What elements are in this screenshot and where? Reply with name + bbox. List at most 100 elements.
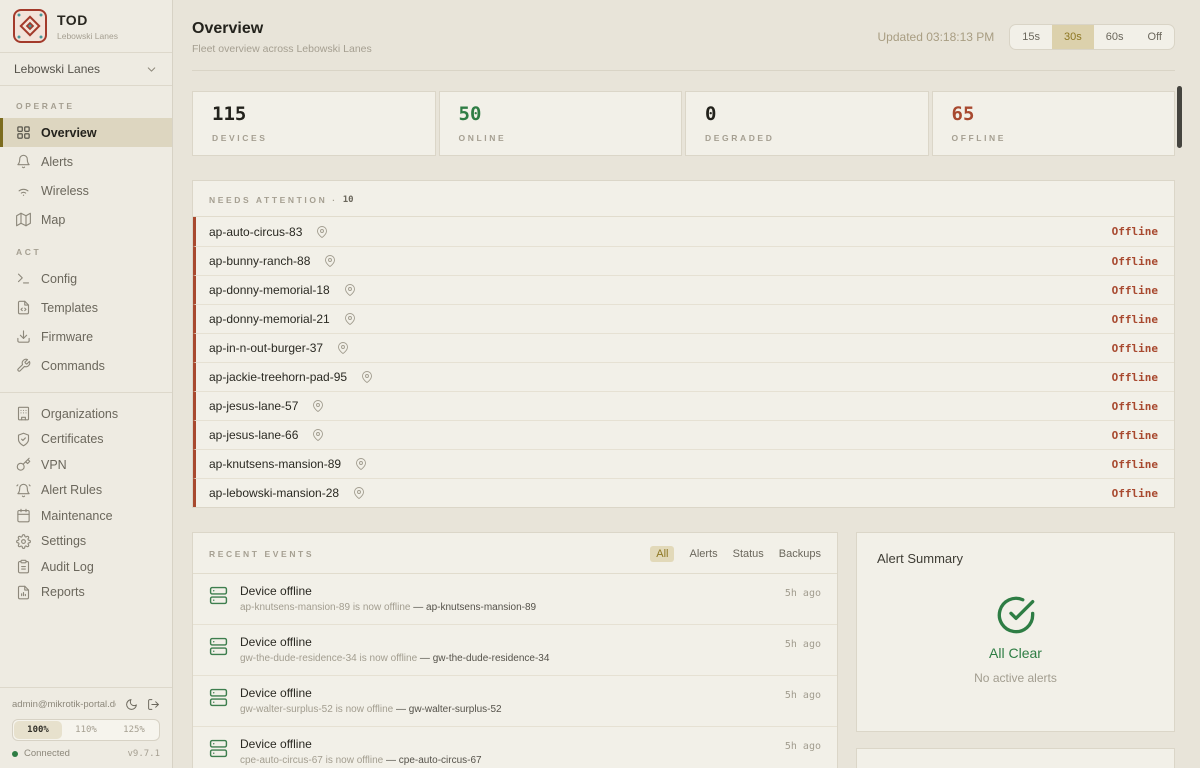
sidebar-item-map[interactable]: Map	[0, 205, 172, 234]
map-pin-icon[interactable]	[361, 371, 373, 383]
sidebar-item-reports[interactable]: Reports	[0, 580, 172, 606]
sidebar-item-commands[interactable]: Commands	[0, 351, 172, 380]
wifi-icon	[16, 183, 31, 198]
sidebar-item-config[interactable]: Config	[0, 264, 172, 293]
gear-icon	[16, 534, 31, 549]
device-name: ap-bunny-ranch-88	[209, 254, 310, 268]
dark-mode-moon-icon[interactable]	[125, 698, 138, 711]
map-pin-icon[interactable]	[324, 255, 336, 267]
connection-status: Connected	[24, 748, 70, 759]
sidebar-item-label: Alert Rules	[41, 483, 102, 497]
filter-status[interactable]: Status	[733, 548, 764, 560]
needs-attention-count: 10	[343, 195, 354, 205]
bell-icon	[16, 154, 31, 169]
event-row[interactable]: Device offline gw-the-dude-residence-34 …	[193, 624, 837, 675]
event-timestamp: 5h ago	[785, 639, 821, 650]
sidebar-item-organizations[interactable]: Organizations	[0, 401, 172, 427]
stat-value-devices: 115	[212, 103, 416, 125]
event-description: cpe-auto-circus-67 is now offline	[240, 755, 386, 766]
map-pin-icon[interactable]	[344, 313, 356, 325]
logout-icon[interactable]	[147, 698, 160, 711]
attention-row[interactable]: ap-lebowski-mansion-28 Offline	[193, 478, 1174, 507]
zoom-option-125[interactable]: 125%	[110, 721, 158, 739]
sidebar-item-audit-log[interactable]: Audit Log	[0, 554, 172, 580]
attention-row[interactable]: ap-in-n-out-burger-37 Offline	[193, 333, 1174, 362]
stat-value-offline: 65	[952, 103, 1156, 125]
attention-row[interactable]: ap-bunny-ranch-88 Offline	[193, 246, 1174, 275]
device-name: ap-lebowski-mansion-28	[209, 486, 339, 500]
org-selector[interactable]: Lebowski Lanes	[0, 53, 172, 86]
filter-alerts[interactable]: Alerts	[689, 548, 717, 560]
sidebar-item-certificates[interactable]: Certificates	[0, 427, 172, 453]
sidebar-item-alerts[interactable]: Alerts	[0, 147, 172, 176]
refresh-option-15s[interactable]: 15s	[1010, 25, 1052, 49]
event-device-ref: — cpe-auto-circus-67	[386, 755, 482, 766]
stat-value-degraded: 0	[705, 103, 909, 125]
event-row[interactable]: Device offline cpe-auto-circus-67 is now…	[193, 726, 837, 768]
device-name: ap-jesus-lane-66	[209, 428, 298, 442]
event-description: gw-the-dude-residence-34 is now offline	[240, 653, 420, 664]
status-badge: Offline	[1112, 400, 1158, 413]
scrollbar-thumb[interactable]	[1177, 86, 1182, 148]
event-timestamp: 5h ago	[785, 588, 821, 599]
page-header: Overview Fleet overview across Lebowski …	[192, 0, 1175, 71]
refresh-option-60s[interactable]: 60s	[1094, 25, 1136, 49]
status-badge: Offline	[1112, 255, 1158, 268]
clipboard-icon	[16, 559, 31, 574]
sidebar-item-maintenance[interactable]: Maintenance	[0, 503, 172, 529]
alert-summary-card: Alert Summary All Clear No active alerts	[856, 532, 1175, 732]
refresh-option-30s[interactable]: 30s	[1052, 25, 1094, 49]
sidebar-item-settings[interactable]: Settings	[0, 529, 172, 555]
sidebar-item-label: Certificates	[41, 432, 104, 446]
attention-row[interactable]: ap-jackie-treehorn-pad-95 Offline	[193, 362, 1174, 391]
event-row[interactable]: Device offline ap-knutsens-mansion-89 is…	[193, 574, 837, 624]
refresh-option-off[interactable]: Off	[1136, 25, 1174, 49]
sidebar-item-vpn[interactable]: VPN	[0, 452, 172, 478]
event-timestamp: 5h ago	[785, 690, 821, 701]
sidebar-item-templates[interactable]: Templates	[0, 293, 172, 322]
map-pin-icon[interactable]	[355, 458, 367, 470]
map-pin-icon[interactable]	[316, 226, 328, 238]
server-icon	[209, 739, 228, 758]
app-name: TOD	[57, 12, 118, 28]
alert-summary-title: Alert Summary	[877, 551, 1154, 566]
attention-row[interactable]: ap-auto-circus-83 Offline	[193, 217, 1174, 246]
calendar-icon	[16, 508, 31, 523]
zoom-option-100[interactable]: 100%	[14, 721, 62, 739]
sidebar-item-firmware[interactable]: Firmware	[0, 322, 172, 351]
map-pin-icon[interactable]	[312, 429, 324, 441]
sidebar-item-overview[interactable]: Overview	[0, 118, 172, 147]
sidebar-item-wireless[interactable]: Wireless	[0, 176, 172, 205]
sidebar-item-label: Overview	[41, 126, 97, 140]
sidebar-item-label: Commands	[41, 359, 105, 373]
sidebar-item-label: Config	[41, 272, 77, 286]
right-column: Alert Summary All Clear No active alerts…	[856, 532, 1175, 768]
grid-icon	[16, 125, 31, 140]
map-pin-icon[interactable]	[353, 487, 365, 499]
map-icon	[16, 212, 31, 227]
attention-row[interactable]: ap-jesus-lane-57 Offline	[193, 391, 1174, 420]
download-icon	[16, 329, 31, 344]
event-row[interactable]: Device offline gw-walter-surplus-52 is n…	[193, 675, 837, 726]
check-circle-icon	[996, 595, 1036, 635]
attention-row[interactable]: ap-jesus-lane-66 Offline	[193, 420, 1174, 449]
attention-row[interactable]: ap-donny-memorial-18 Offline	[193, 275, 1174, 304]
map-pin-icon[interactable]	[344, 284, 356, 296]
attention-row[interactable]: ap-knutsens-mansion-89 Offline	[193, 449, 1174, 478]
filter-all[interactable]: All	[650, 546, 674, 562]
key-icon	[16, 457, 31, 472]
event-title: Device offline	[240, 686, 773, 700]
brand-org-name: Lebowski Lanes	[57, 31, 118, 41]
sidebar-item-label: Map	[41, 213, 65, 227]
status-badge: Offline	[1112, 284, 1158, 297]
zoom-option-110[interactable]: 110%	[62, 721, 110, 739]
server-icon	[209, 688, 228, 707]
device-name: ap-donny-memorial-21	[209, 312, 330, 326]
attention-row[interactable]: ap-donny-memorial-21 Offline	[193, 304, 1174, 333]
stat-label-offline: OFFLINE	[952, 133, 1156, 143]
map-pin-icon[interactable]	[312, 400, 324, 412]
filter-backups[interactable]: Backups	[779, 548, 821, 560]
sidebar-item-alert-rules[interactable]: Alert Rules	[0, 478, 172, 504]
sidebar-item-label: Reports	[41, 585, 85, 599]
map-pin-icon[interactable]	[337, 342, 349, 354]
